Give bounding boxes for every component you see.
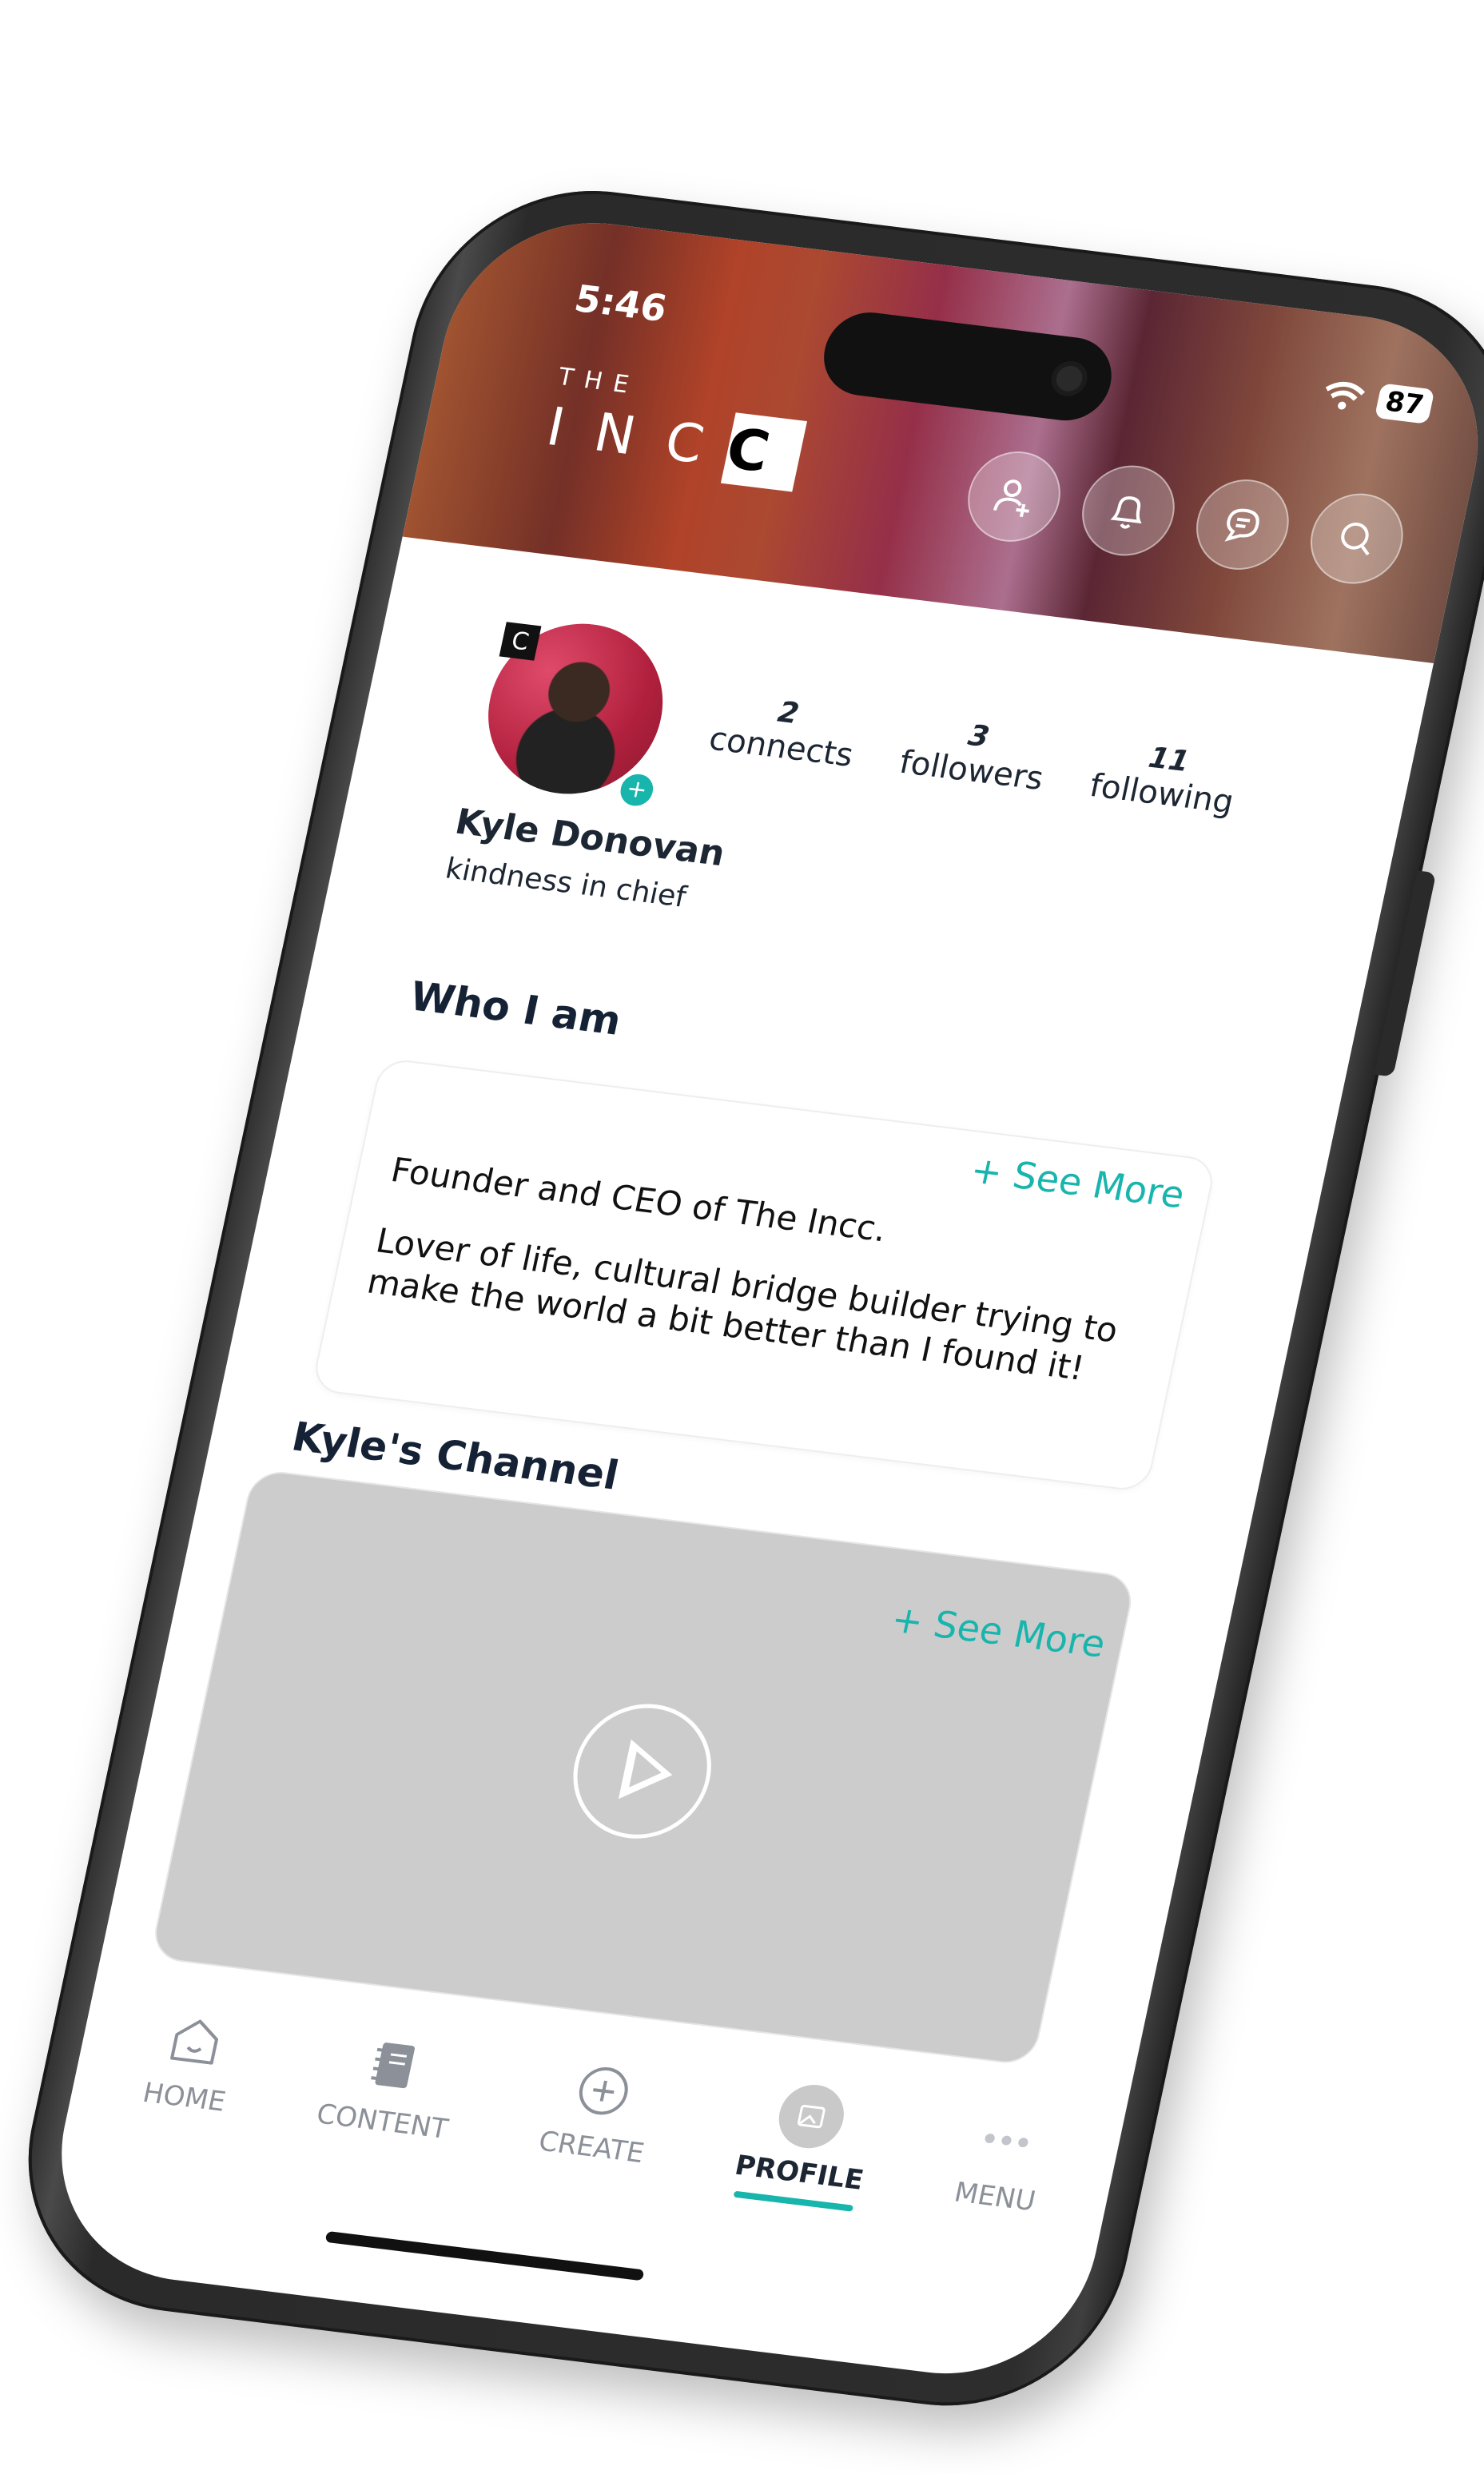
notifications-button[interactable] [1073, 460, 1184, 561]
camera-icon [1048, 359, 1091, 399]
active-tab-indicator [733, 2190, 853, 2212]
wifi-icon [1325, 381, 1365, 410]
profile-image-icon [773, 2081, 850, 2152]
home-icon [158, 2006, 235, 2076]
tab-profile[interactable]: PROFILE [710, 2078, 881, 2297]
logo-mark: C [720, 412, 807, 492]
who-i-am-see-more-link[interactable]: + See More [967, 1148, 1188, 1217]
search-icon [1341, 522, 1370, 556]
tab-create-label: CREATE [535, 2125, 647, 2170]
phone-frame: 5:46 87 THE INC C C + 2 connects 3 follo… [0, 172, 1484, 2425]
more-dots-icon [969, 2106, 1045, 2176]
tab-content-label: CONTENT [313, 2098, 451, 2146]
search-button[interactable] [1302, 488, 1412, 589]
tab-menu-label: MENU [951, 2176, 1039, 2218]
avatar-brand-badge: C [499, 622, 542, 661]
messages-button[interactable] [1188, 474, 1298, 575]
add-user-icon [993, 479, 1029, 517]
tab-profile-label: PROFILE [732, 2149, 867, 2197]
tab-home[interactable]: HOME [118, 2005, 244, 2219]
notebook-icon [356, 2030, 432, 2100]
battery-indicator: 87 [1374, 383, 1435, 424]
profile-stats: 2 connects 3 followers 11 following [706, 688, 1243, 821]
tab-content[interactable]: CONTENT [292, 2026, 466, 2245]
who-i-am-title: Who I am [405, 972, 626, 1044]
plus-circle-icon [565, 2056, 642, 2126]
stat-connects[interactable]: 2 connects [706, 688, 863, 774]
channel-see-more-link[interactable]: + See More [888, 1597, 1109, 1666]
tab-home-label: HOME [140, 2076, 229, 2118]
tab-create[interactable]: CREATE [515, 2053, 662, 2269]
stat-followers[interactable]: 3 followers [897, 712, 1054, 797]
add-user-button[interactable] [959, 446, 1069, 547]
who-i-am-card: + See More Founder and CEO of The Incc. … [310, 1057, 1218, 1493]
tab-menu[interactable]: MENU [930, 2104, 1054, 2318]
play-button-icon[interactable] [560, 1696, 724, 1847]
chat-icon [1224, 508, 1259, 542]
stat-following[interactable]: 11 following [1087, 735, 1244, 821]
bell-icon [1110, 496, 1142, 529]
channel-video-player[interactable]: + See More [149, 1468, 1137, 2066]
app-screen: 5:46 87 THE INC C C + 2 connects 3 follo… [35, 207, 1484, 2390]
